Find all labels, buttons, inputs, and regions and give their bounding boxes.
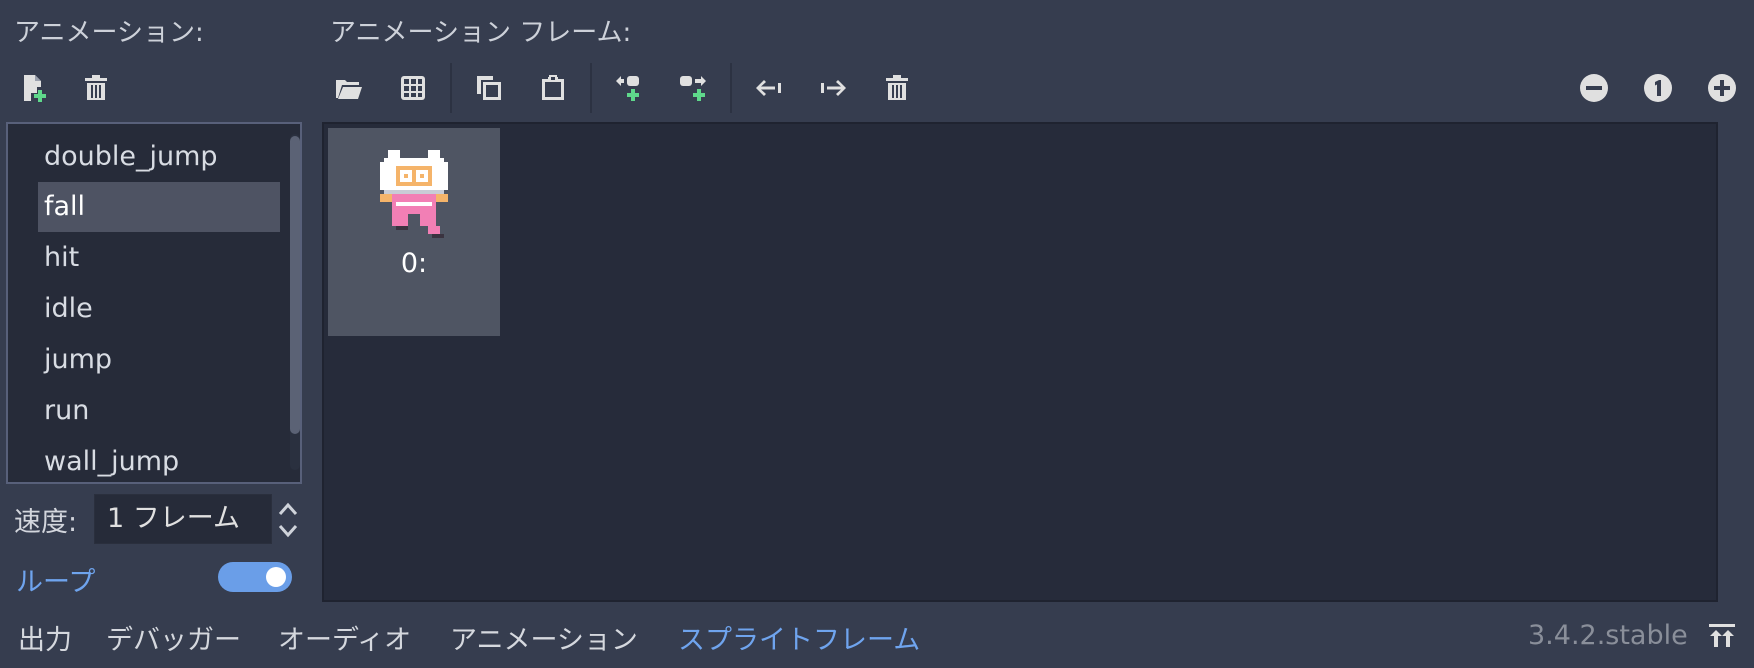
tab-debugger[interactable]: デバッガー [106, 618, 241, 657]
move-frame-left-button[interactable] [749, 68, 789, 108]
spinner-arrows-icon[interactable] [276, 500, 300, 540]
zoom-in-button[interactable] [1702, 68, 1742, 108]
zoom-reset-icon [1644, 74, 1672, 102]
zoom-out-button[interactable] [1574, 68, 1614, 108]
frames-panel[interactable]: 0: [322, 122, 1718, 602]
insert-after-icon [680, 76, 706, 101]
toolbar-separator [590, 63, 592, 113]
animations-label: アニメーション: [14, 18, 204, 48]
animation-item-run[interactable]: run [38, 386, 280, 436]
move-left-icon [756, 80, 781, 96]
move-frame-right-button[interactable] [813, 68, 853, 108]
animation-item-double-jump[interactable]: double_jump [38, 132, 280, 182]
loop-toggle[interactable] [218, 562, 292, 592]
scrollbar-thumb[interactable] [290, 136, 300, 434]
copy-icon [477, 76, 501, 100]
delete-frame-button[interactable] [877, 68, 917, 108]
tab-output[interactable]: 出力 [18, 618, 72, 657]
sprite-sheet-button[interactable] [393, 68, 433, 108]
sprite-character-icon [380, 150, 448, 238]
delete-frame-icon [886, 75, 908, 100]
zoom-in-icon [1708, 74, 1736, 102]
frame-tile[interactable]: 0: [328, 128, 500, 336]
delete-animation-icon [85, 75, 107, 100]
insert-before-icon [616, 76, 639, 101]
tab-animation[interactable]: アニメーション [450, 618, 638, 657]
expand-panel-button[interactable] [1702, 616, 1742, 656]
animation-item-jump[interactable]: jump [38, 335, 280, 385]
speed-input[interactable]: 1 フレーム [94, 494, 272, 544]
toggle-knob [266, 567, 286, 587]
animation-item-idle[interactable]: idle [38, 284, 280, 334]
toolbar-separator [450, 63, 452, 113]
new-animation-button[interactable] [14, 68, 54, 108]
paste-frame-button[interactable] [533, 68, 573, 108]
expand-panel-icon [1709, 624, 1735, 647]
loop-label: ループ [16, 567, 96, 598]
paste-icon [542, 75, 564, 100]
version-label: 3.4.2.stable [1528, 620, 1688, 651]
insert-frame-after-button[interactable] [673, 68, 713, 108]
speed-label: 速度: [14, 507, 78, 538]
animation-item-wall-jump[interactable]: wall_jump [38, 437, 280, 482]
new-animation-icon [24, 75, 46, 102]
animation-list[interactable]: double_jump fall hit idle jump run wall_… [6, 122, 302, 484]
zoom-reset-button[interactable] [1638, 68, 1678, 108]
move-right-icon [821, 80, 846, 96]
animation-item-fall[interactable]: fall [38, 182, 280, 232]
delete-animation-button[interactable] [76, 68, 116, 108]
frame-label: 0: [400, 248, 428, 279]
sprite-sheet-icon [401, 76, 425, 100]
toolbar-separator [730, 63, 732, 113]
copy-frame-button[interactable] [469, 68, 509, 108]
animation-frames-label: アニメーション フレーム: [330, 18, 632, 48]
insert-frame-before-button[interactable] [609, 68, 649, 108]
zoom-out-icon [1580, 74, 1608, 102]
animation-item-hit[interactable]: hit [38, 233, 280, 283]
tab-sprite-frames[interactable]: スプライトフレーム [678, 618, 920, 657]
tab-audio[interactable]: オーディオ [278, 618, 411, 657]
load-frames-button[interactable] [329, 68, 369, 108]
load-frames-icon [336, 80, 362, 99]
